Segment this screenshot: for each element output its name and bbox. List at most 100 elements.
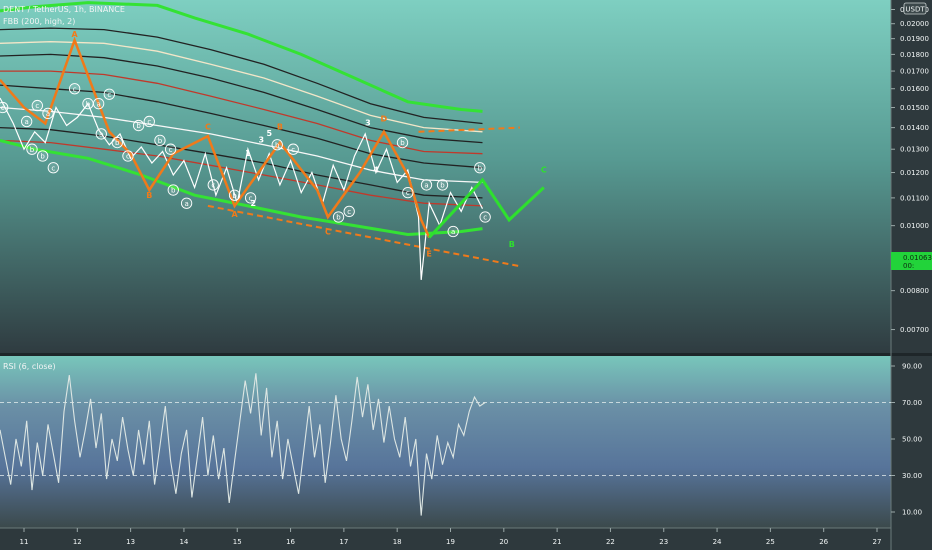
rsi-tick-label: 90.00 — [902, 363, 922, 371]
svg-text:c: c — [147, 118, 151, 126]
wave-label: B — [277, 123, 283, 132]
wave-circle-label: a — [447, 225, 459, 238]
wave-circle-label: a — [180, 197, 193, 209]
wave-label: 1 — [245, 149, 251, 158]
wave-circle-label: b — [396, 136, 409, 149]
svg-text:b: b — [115, 139, 120, 147]
svg-text:c: c — [126, 153, 130, 161]
time-tick-label: 12 — [73, 538, 82, 546]
svg-text:c: c — [169, 146, 173, 154]
time-tick-label: 21 — [553, 538, 562, 546]
time-tick-label: 11 — [20, 538, 29, 546]
time-tick-label: 16 — [286, 538, 295, 546]
wave-label: 3 — [258, 136, 264, 145]
time-tick-label: 14 — [179, 538, 188, 546]
wave-circle-label: c — [343, 205, 355, 218]
rsi-tick-label: 30.00 — [902, 472, 922, 480]
price-tick-label: 0.01500 — [900, 104, 929, 112]
wave-circle-label: c — [143, 115, 155, 128]
wave-label: 5 — [266, 129, 272, 138]
wave-label: A — [231, 210, 238, 219]
price-tick-label: 0.01100 — [900, 194, 929, 202]
svg-text:b: b — [440, 182, 445, 190]
time-tick-label: 25 — [766, 538, 775, 546]
price-tick-label: 0.01700 — [900, 68, 929, 76]
svg-text:c: c — [211, 182, 215, 190]
svg-text:c: c — [51, 164, 55, 172]
time-tick-label: 24 — [713, 538, 722, 546]
price-tick-label: 0.01000 — [900, 222, 929, 230]
time-tick-label: 15 — [233, 538, 242, 546]
wave-circle-label: a — [21, 115, 33, 128]
rsi-tick-label: 50.00 — [902, 436, 922, 444]
svg-text:b: b — [275, 141, 280, 149]
price-tick-label: 0.01200 — [900, 169, 929, 177]
wave-circle-label: c — [0, 101, 9, 114]
indicator-title: FBB (200, high, 2) — [3, 17, 75, 26]
price-tick-label: 0.00700 — [900, 326, 929, 334]
svg-text:c: c — [35, 102, 39, 110]
price-tick-label: 0.01300 — [900, 146, 929, 154]
time-tick-label: 22 — [606, 538, 615, 546]
time-tick-label: 27 — [873, 538, 882, 546]
wave-circle-label: b — [82, 98, 94, 110]
svg-text:c: c — [73, 85, 77, 93]
wave-label: B — [146, 191, 152, 200]
wave-label: C — [541, 166, 547, 175]
wave-circle-label: c — [122, 150, 134, 162]
svg-text:b: b — [400, 139, 405, 147]
svg-text:b: b — [30, 146, 35, 154]
rsi-panel-background — [0, 356, 891, 528]
wave-circle-label: c — [402, 186, 414, 199]
price-tick-label: 0.00800 — [900, 287, 929, 295]
svg-text:a: a — [96, 100, 100, 108]
wave-circle-label: a — [420, 179, 433, 191]
wave-circle-label: b — [271, 139, 283, 151]
time-tick-label: 20 — [499, 538, 508, 546]
svg-text:c: c — [1, 104, 5, 112]
svg-text:b: b — [136, 122, 141, 130]
svg-text:c: c — [406, 189, 410, 197]
svg-text:b: b — [336, 214, 341, 222]
time-tick-label: 18 — [393, 538, 402, 546]
time-tick-label: 17 — [339, 538, 348, 546]
last-price-value: 0.01063 — [903, 254, 932, 262]
svg-text:c: c — [483, 214, 487, 222]
wave-label: C — [205, 123, 211, 132]
wave-label: A — [72, 30, 79, 39]
svg-text:a: a — [99, 131, 103, 139]
wave-circle-label: a — [95, 128, 107, 140]
wave-circle-label: b — [167, 184, 179, 196]
wave-label: 4 — [373, 166, 379, 175]
wave-label: B — [509, 240, 515, 249]
price-tick-label: 0.02000 — [900, 20, 929, 28]
panel-divider — [0, 353, 932, 356]
svg-text:a: a — [25, 118, 29, 126]
wave-label: C — [325, 228, 331, 237]
symbol-title: DENT / TetherUS, 1h, BINANCE — [3, 5, 125, 14]
price-tick-label: 0.01600 — [900, 85, 929, 93]
svg-text:c: c — [291, 146, 295, 154]
wave-circle-label: c — [479, 211, 491, 223]
currency-badge[interactable]: USDT — [903, 2, 927, 15]
svg-text:b: b — [478, 164, 483, 172]
price-panel-background — [0, 0, 891, 354]
wave-circle-label: c — [31, 99, 43, 112]
svg-text:a: a — [46, 110, 50, 118]
wave-label: E — [426, 249, 431, 258]
wave-circle-label: c — [47, 162, 59, 174]
currency-label: USDT — [905, 6, 925, 14]
wave-circle-label: b — [436, 179, 449, 191]
last-price-countdown: 00: — [903, 262, 914, 270]
wave-circle-label: a — [42, 107, 54, 120]
wave-label: 3 — [365, 119, 371, 128]
wave-label: 2 — [250, 199, 256, 208]
wave-circle-label: b — [132, 119, 145, 132]
wave-circle-label: c — [103, 88, 115, 100]
wave-circle-label: c — [164, 143, 177, 155]
time-tick-label: 19 — [446, 538, 455, 546]
price-tick-label: 0.01900 — [900, 35, 929, 43]
wave-circle-label: b — [154, 134, 166, 147]
price-tick-label: 0.01400 — [900, 124, 929, 132]
wave-circle-label: b — [332, 211, 345, 223]
